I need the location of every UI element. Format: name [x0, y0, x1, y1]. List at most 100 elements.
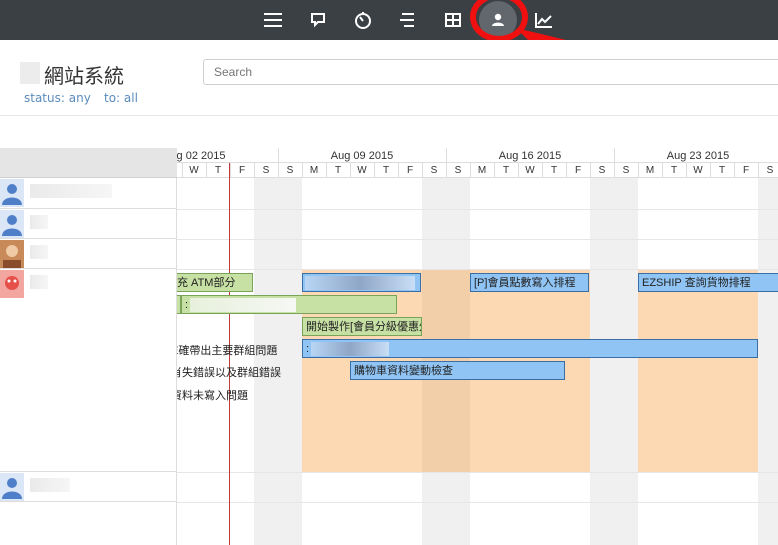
cartoon-avatar	[0, 270, 24, 298]
weekend-column	[758, 178, 778, 545]
status-filter[interactable]: status: any	[24, 91, 91, 105]
day-label: F	[406, 165, 414, 176]
day-label: M	[309, 165, 319, 176]
redacted-text	[311, 342, 389, 356]
day-separator	[182, 163, 183, 178]
week-label: Aug 23 2015	[666, 150, 730, 162]
day-label: S	[454, 165, 462, 176]
day-separator	[254, 163, 255, 178]
day-separator	[326, 163, 327, 178]
row-divider	[177, 209, 778, 210]
user-row-expanded[interactable]	[0, 269, 177, 472]
day-separator	[614, 163, 615, 178]
task-bar[interactable]: 購物車資料變動檢查	[350, 361, 565, 380]
day-label: M	[477, 165, 487, 176]
day-separator	[710, 163, 711, 178]
day-label: W	[693, 165, 703, 176]
row-divider	[177, 269, 778, 270]
weekend-column	[590, 178, 638, 545]
user-row[interactable]	[0, 209, 177, 239]
row-divider	[177, 502, 778, 503]
day-separator	[278, 163, 279, 178]
day-label: S	[766, 165, 774, 176]
day-separator	[686, 163, 687, 178]
day-separator	[590, 163, 591, 178]
day-separator	[566, 163, 567, 178]
task-bar[interactable]: :	[302, 339, 758, 358]
redacted-text	[305, 276, 415, 290]
search-input[interactable]	[203, 59, 778, 85]
task-bar[interactable]: 充 ATM部分	[177, 273, 253, 292]
task-bar[interactable]: :	[181, 295, 397, 314]
task-bar[interactable]: [P]會員點數寫入排程	[470, 273, 589, 292]
assignee-filter[interactable]: to: all	[104, 91, 138, 105]
week-separator	[614, 148, 615, 163]
day-separator	[206, 163, 207, 178]
user-row[interactable]	[0, 472, 177, 502]
gantt-chart: g 02 2015 Aug 09 2015 Aug 16 2015 Aug 23…	[177, 148, 778, 545]
day-label: T	[670, 165, 678, 176]
user-row[interactable]	[0, 178, 177, 209]
day-separator	[542, 163, 543, 178]
logo	[20, 62, 40, 84]
week-separator	[278, 148, 279, 163]
day-label: T	[334, 165, 342, 176]
day-separator	[734, 163, 735, 178]
default-avatar-icon	[0, 210, 24, 238]
day-separator	[446, 163, 447, 178]
day-label: S	[262, 165, 270, 176]
grid-icon[interactable]	[439, 6, 467, 34]
day-label: S	[286, 165, 294, 176]
task-label[interactable]: E確帶出主要群組問題	[177, 342, 277, 358]
user-row[interactable]	[0, 239, 177, 269]
task-label: :	[306, 343, 310, 355]
day-label: W	[357, 165, 367, 176]
comment-icon[interactable]	[304, 6, 332, 34]
user-name-redacted	[30, 215, 48, 229]
user-name-redacted	[30, 478, 70, 492]
timer-icon[interactable]	[349, 6, 377, 34]
weekend-column	[254, 178, 302, 545]
top-toolbar	[0, 0, 778, 40]
day-separator	[422, 163, 423, 178]
day-label: T	[382, 165, 390, 176]
week-label: Aug 16 2015	[498, 150, 562, 162]
day-label: T	[550, 165, 558, 176]
day-separator	[374, 163, 375, 178]
day-separator	[758, 163, 759, 178]
task-label: :	[185, 299, 189, 311]
row-divider	[177, 472, 778, 473]
day-label: S	[430, 165, 438, 176]
redacted-text	[190, 298, 296, 312]
page-title: 網站系統	[44, 64, 124, 88]
week-label: Aug 09 2015	[330, 150, 394, 162]
day-label: W	[189, 165, 199, 176]
day-label: T	[718, 165, 726, 176]
photo-avatar	[0, 240, 24, 268]
task-bar[interactable]	[302, 273, 421, 292]
day-separator	[494, 163, 495, 178]
day-label: F	[574, 165, 582, 176]
menu-icon[interactable]	[259, 6, 287, 34]
user-name-redacted	[30, 245, 48, 259]
default-avatar-icon	[0, 179, 24, 207]
expanded-highlight	[638, 269, 758, 472]
day-separator	[398, 163, 399, 178]
default-avatar-icon	[0, 473, 24, 501]
day-separator	[350, 163, 351, 178]
page-header: 網站系統 status: any to: all	[0, 40, 778, 116]
task-bar[interactable]: EZSHIP 查詢貨物排程	[638, 273, 778, 292]
day-label: S	[622, 165, 630, 176]
day-label: T	[214, 165, 222, 176]
day-separator	[302, 163, 303, 178]
user-name-redacted	[30, 184, 112, 198]
task-label[interactable]: 資料未寫入問題	[177, 387, 248, 403]
week-separator	[446, 148, 447, 163]
day-separator	[638, 163, 639, 178]
day-label: S	[598, 165, 606, 176]
task-label[interactable]: 肖失錯誤以及群組錯誤	[177, 364, 281, 380]
row-divider	[177, 239, 778, 240]
day-separator	[662, 163, 663, 178]
task-bar[interactable]: 開始製作[會員分級優惠外掛]	[302, 317, 422, 336]
align-icon[interactable]	[394, 6, 422, 34]
